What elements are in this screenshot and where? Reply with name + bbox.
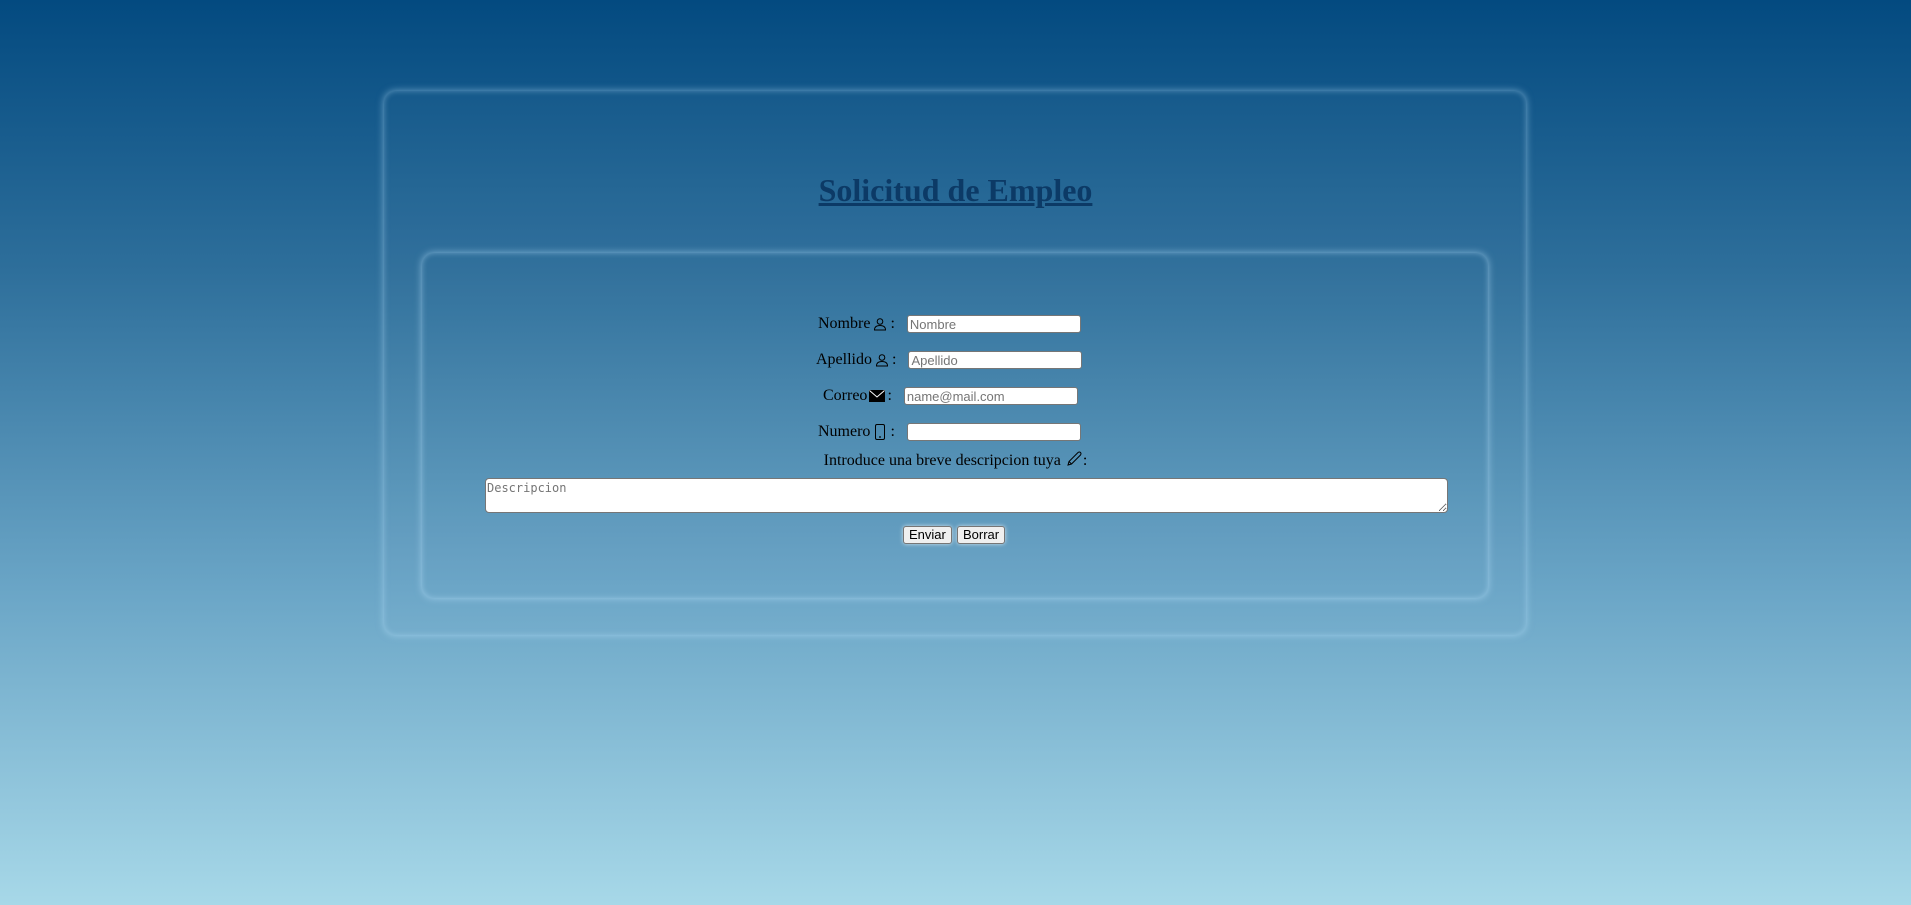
correo-row: Correo : [823, 387, 1078, 405]
page-title: Solicitud de Empleo [818, 172, 1093, 208]
submit-button[interactable]: Enviar [903, 526, 952, 544]
correo-label: Correo [823, 387, 868, 404]
person-icon [874, 352, 890, 368]
apellido-colon: : [892, 351, 897, 368]
apellido-input[interactable] [908, 351, 1083, 369]
numero-colon: : [890, 423, 895, 440]
nombre-input[interactable] [906, 315, 1081, 333]
description-label: Introduce una breve descripcion tuya [823, 452, 1061, 469]
numero-input[interactable] [906, 423, 1081, 441]
correo-colon: : [887, 387, 892, 404]
description-textarea[interactable] [485, 478, 1448, 513]
numero-label: Numero [818, 423, 871, 440]
pencil-icon [1065, 451, 1083, 467]
apellido-label: Apellido [816, 351, 872, 368]
person-icon [872, 316, 888, 332]
nombre-label: Nombre [818, 315, 871, 332]
correo-input[interactable] [903, 387, 1078, 405]
numero-row: Numero : [818, 423, 1081, 441]
phone-icon [872, 424, 888, 440]
envelope-icon [869, 388, 886, 404]
nombre-row: Nombre : [818, 315, 1081, 333]
description-colon: : [1082, 452, 1088, 469]
reset-button[interactable]: Borrar [957, 526, 1006, 544]
description-label-row: Introduce una breve descripcion tuya : [0, 451, 1911, 470]
apellido-row: Apellido : [816, 351, 1083, 369]
nombre-colon: : [890, 315, 895, 332]
